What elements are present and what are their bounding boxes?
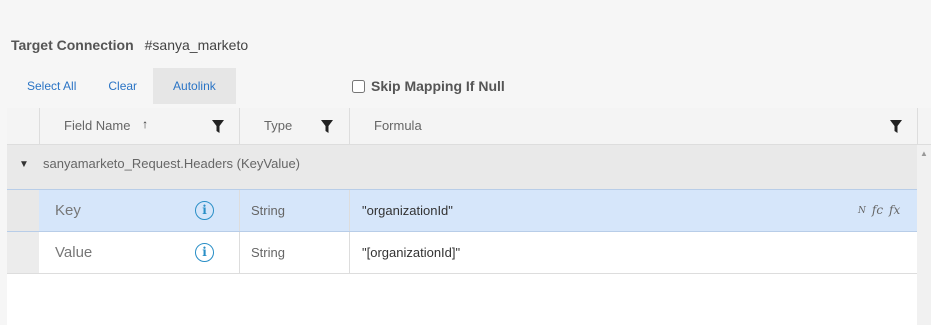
clear-button[interactable]: Clear <box>92 68 153 104</box>
column-divider <box>917 108 918 145</box>
column-divider <box>349 108 350 145</box>
mapping-grid: Field Name ↑ Type Formula ▼ sanyamarketo… <box>7 108 931 325</box>
info-icon[interactable]: i <box>195 243 214 262</box>
sort-ascending-icon[interactable]: ↑ <box>142 117 148 131</box>
target-connection-header: Target Connection #sanya_marketo <box>11 37 248 53</box>
info-icon[interactable]: i <box>195 201 214 220</box>
row-handle[interactable] <box>7 232 39 273</box>
cell-divider <box>349 232 350 273</box>
column-divider <box>39 108 40 145</box>
connection-name: #sanya_marketo <box>144 37 249 53</box>
field-name-header-label: Field Name <box>64 118 131 133</box>
table-row[interactable]: Key i String "organizationId" N fc fx <box>7 189 917 232</box>
cell-divider <box>349 190 350 231</box>
field-name-filter-icon[interactable] <box>212 120 224 133</box>
autolink-button[interactable]: Autolink <box>153 68 236 104</box>
cell-divider <box>239 232 240 273</box>
scroll-up-icon[interactable]: ▲ <box>920 149 928 158</box>
table-row[interactable]: Value i String "[organizationId]" <box>7 232 917 274</box>
skip-mapping-checkbox[interactable] <box>352 79 365 93</box>
skip-mapping-label: Skip Mapping If Null <box>371 78 505 94</box>
row-handle[interactable] <box>7 190 39 231</box>
column-header-field-name[interactable]: Field Name ↑ <box>64 108 148 145</box>
formula-actions: N fc fx <box>858 203 900 217</box>
field-name-cell: Value <box>55 244 93 261</box>
group-label: sanyamarketo_Request.Headers (KeyValue) <box>43 156 301 171</box>
custom-function-icon[interactable]: fc <box>872 203 883 217</box>
collapse-caret-icon[interactable]: ▼ <box>19 159 29 170</box>
formula-filter-icon[interactable] <box>890 120 902 133</box>
column-header-type[interactable]: Type <box>264 108 292 145</box>
null-function-icon[interactable]: N <box>858 206 866 217</box>
skip-mapping-toggle[interactable]: Skip Mapping If Null <box>352 78 505 94</box>
select-all-button[interactable]: Select All <box>11 68 92 104</box>
target-connection-title: Target Connection <box>11 37 134 53</box>
type-cell: String <box>251 245 285 260</box>
cell-divider <box>239 190 240 231</box>
grid-header: Field Name ↑ Type Formula <box>7 108 931 145</box>
field-name-cell: Key <box>55 202 81 219</box>
formula-cell[interactable]: "[organizationId]" <box>362 232 460 273</box>
vertical-scrollbar[interactable]: ▲ <box>917 145 931 325</box>
type-cell: String <box>251 203 285 218</box>
column-divider <box>239 108 240 145</box>
group-row-request-headers[interactable]: ▼ sanyamarketo_Request.Headers (KeyValue… <box>7 145 917 190</box>
column-header-formula[interactable]: Formula <box>374 108 422 145</box>
type-filter-icon[interactable] <box>321 120 333 133</box>
mapping-toolbar: Select All Clear Autolink <box>11 68 236 104</box>
formula-function-icon[interactable]: fx <box>889 203 900 217</box>
formula-cell[interactable]: "organizationId" <box>362 190 453 231</box>
